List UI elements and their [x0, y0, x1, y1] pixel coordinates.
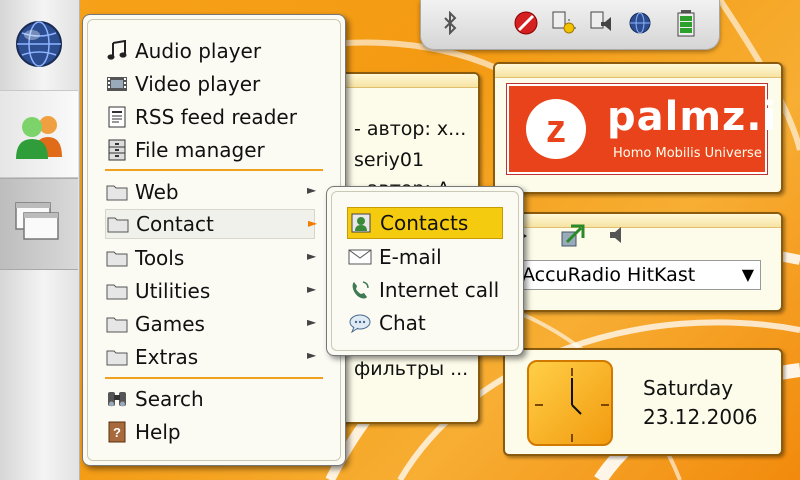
applet-header — [495, 64, 781, 78]
menu-item-label: Extras — [135, 345, 199, 369]
submenu-arrow-icon: ► — [307, 249, 317, 263]
application-menu: Audio player Video player RSS feed reade… — [82, 14, 346, 466]
contacts-icon — [348, 211, 374, 235]
menu-item-label: Games — [135, 312, 205, 336]
envelope-icon — [347, 245, 373, 269]
folder-icon — [106, 212, 130, 236]
menu-item-label: Search — [135, 387, 204, 411]
palmz-banner[interactable]: z palmz.in Homo Mobilis Universe — [506, 83, 781, 175]
binoculars-icon — [105, 387, 129, 411]
submenu-item-internet-call[interactable]: Internet call — [347, 274, 503, 306]
filing-cabinet-icon — [105, 138, 129, 162]
bluetooth-icon[interactable] — [437, 9, 463, 37]
menu-item-search[interactable]: Search — [105, 384, 315, 414]
submenu-item-label: E-mail — [379, 245, 442, 269]
windows-icon — [15, 202, 59, 240]
submenu-item-contacts[interactable]: Contacts — [347, 207, 503, 239]
contacts-navigator-button[interactable] — [0, 90, 78, 178]
menu-item-label: Web — [135, 180, 179, 204]
folder-icon — [105, 180, 129, 204]
analog-clock — [527, 360, 613, 446]
applet-header — [495, 214, 781, 228]
status-bar — [420, 0, 720, 50]
menu-item-rss-reader[interactable]: RSS feed reader — [105, 102, 315, 132]
folder-icon — [105, 312, 129, 336]
palmz-logo-icon: z — [526, 99, 586, 159]
menu-folder-web[interactable]: Web ► — [105, 177, 317, 207]
menu-item-help[interactable]: ? Help — [105, 417, 315, 447]
menu-item-label: Contact — [136, 212, 214, 236]
dropdown-arrow-icon[interactable]: ▼ — [742, 261, 754, 289]
date-value: 23.12.2006 — [643, 405, 758, 429]
music-note-icon — [105, 39, 129, 63]
menu-item-audio-player[interactable]: Audio player — [105, 36, 315, 66]
application-switcher-button[interactable] — [0, 178, 78, 270]
rss-headline[interactable]: seriy01 — [354, 149, 424, 171]
menu-item-video-player[interactable]: Video player — [105, 69, 315, 99]
speaker-icon[interactable] — [607, 224, 631, 248]
rss-headline[interactable]: - автор: х... — [354, 118, 466, 140]
menu-separator — [105, 377, 323, 379]
menu-folder-utilities[interactable]: Utilities ► — [105, 276, 317, 306]
help-book-icon: ? — [105, 420, 129, 444]
folder-icon — [105, 279, 129, 303]
submenu-arrow-icon: ► — [307, 282, 317, 296]
submenu-arrow-icon: ► — [307, 183, 317, 197]
globe-icon — [16, 21, 62, 67]
menu-item-label: Video player — [135, 72, 261, 96]
phone-icon — [347, 278, 373, 302]
submenu-arrow-icon: ► — [307, 348, 317, 362]
menu-item-label: Utilities — [135, 279, 211, 303]
internet-connection-icon[interactable] — [627, 9, 653, 37]
volume-icon[interactable] — [589, 9, 615, 37]
menu-item-label: File manager — [135, 138, 265, 162]
battery-icon[interactable] — [673, 9, 699, 37]
menu-item-file-manager[interactable]: File manager — [105, 135, 315, 165]
menu-folder-extras[interactable]: Extras ► — [105, 342, 317, 372]
submenu-item-chat[interactable]: Chat — [347, 307, 503, 339]
banner-title: palmz.in — [607, 94, 781, 140]
menu-item-label: Audio player — [135, 39, 262, 63]
brightness-display-icon[interactable] — [551, 9, 577, 37]
task-navigator — [0, 0, 80, 480]
menu-folder-contact[interactable]: Contact ► — [105, 209, 318, 239]
radio-applet[interactable]: AccuRadio HitKast ▼ — [493, 212, 783, 312]
submenu-item-label: Contacts — [380, 211, 469, 235]
rss-document-icon — [105, 105, 129, 129]
submenu-item-email[interactable]: E-mail — [347, 241, 503, 273]
contact-submenu: Contacts E-mail Internet call Chat — [326, 186, 524, 356]
menu-item-label: RSS feed reader — [135, 105, 297, 129]
people-icon — [16, 116, 62, 159]
clock-applet[interactable]: Saturday 23.12.2006 — [503, 348, 783, 456]
submenu-arrow-icon: ► — [308, 216, 318, 230]
station-select[interactable]: AccuRadio HitKast ▼ — [513, 260, 761, 290]
banner-subtitle: Homo Mobilis Universe — [613, 146, 762, 161]
station-name: AccuRadio HitKast — [522, 264, 696, 286]
logo-letter: z — [546, 107, 566, 151]
folder-icon — [105, 345, 129, 369]
offline-mode-icon[interactable] — [513, 9, 539, 37]
promo-applet[interactable]: z palmz.in Homo Mobilis Universe — [493, 62, 783, 194]
submenu-item-label: Chat — [379, 311, 426, 335]
menu-folder-games[interactable]: Games ► — [105, 309, 317, 339]
date-weekday: Saturday — [643, 376, 734, 400]
film-icon — [105, 72, 129, 96]
submenu-arrow-icon: ► — [307, 315, 317, 329]
folder-icon — [105, 246, 129, 270]
menu-item-label: Help — [135, 420, 181, 444]
menu-item-label: Tools — [135, 246, 185, 270]
svg-text:?: ? — [113, 425, 121, 440]
clock-hands-icon — [535, 368, 609, 442]
rss-headline[interactable]: фильтры ... — [354, 358, 468, 380]
chat-bubble-icon — [347, 311, 373, 335]
menu-folder-tools[interactable]: Tools ► — [105, 243, 317, 273]
web-navigator-button[interactable] — [0, 0, 78, 88]
submenu-item-label: Internet call — [379, 278, 500, 302]
menu-separator — [105, 169, 323, 171]
stream-settings-icon[interactable] — [559, 222, 589, 252]
